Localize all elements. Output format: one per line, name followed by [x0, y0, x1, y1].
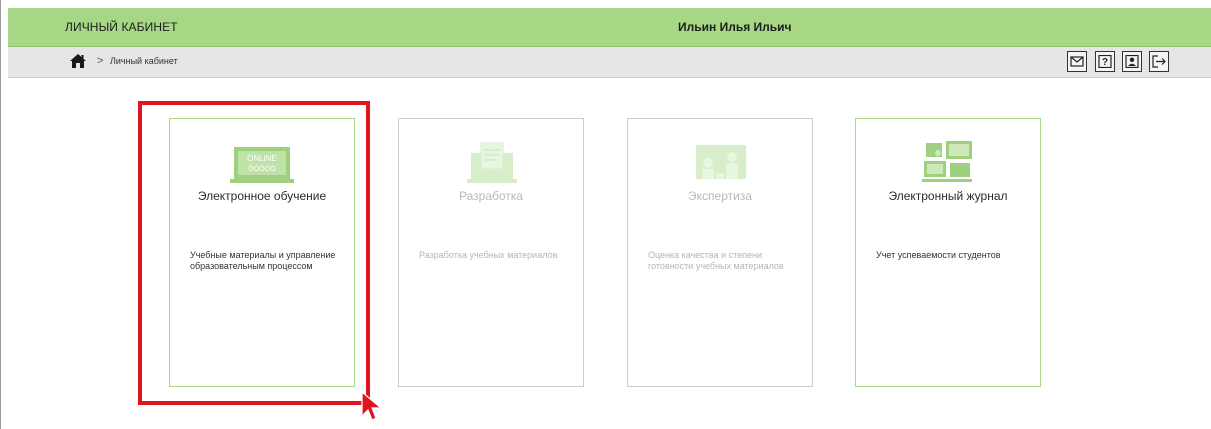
mouse-cursor-icon — [361, 390, 383, 421]
logout-icon — [1152, 55, 1166, 68]
card-expertise[interactable]: Экспертиза Оценка качества и степени гот… — [627, 118, 813, 387]
user-name: Ильин Илья Ильич — [678, 20, 792, 34]
card-description: Разработка учебных материалов — [419, 250, 558, 260]
logout-button[interactable] — [1149, 51, 1169, 72]
window-left-edge — [0, 0, 1, 429]
card-e-journal[interactable]: Электронный журнал Учет успеваемости сту… — [855, 118, 1041, 387]
top-header-bar: ЛИЧНЫЙ КАБИНЕТ Ильин Илья Ильич — [8, 8, 1211, 47]
breadcrumb-bar: > Личный кабинет ? — [8, 47, 1211, 78]
profile-icon — [1125, 55, 1139, 68]
card-title: Разработка — [459, 189, 523, 203]
cabinet-title: ЛИЧНЫЙ КАБИНЕТ — [65, 20, 178, 34]
card-title: Электронный журнал — [888, 189, 1008, 203]
help-button[interactable]: ? — [1095, 51, 1115, 72]
selection-highlight — [138, 101, 370, 405]
svg-text:?: ? — [1102, 57, 1108, 68]
devices-journal-icon — [914, 139, 984, 185]
experts-screen-icon — [686, 139, 756, 185]
card-development[interactable]: Разработка Разработка учебных материалов — [398, 118, 584, 387]
card-description: Учет успеваемости студентов — [876, 250, 1001, 260]
breadcrumb-separator: > — [97, 55, 104, 67]
mail-button[interactable] — [1067, 51, 1087, 72]
card-description: Оценка качества и степени готовности уче… — [648, 250, 784, 271]
card-title: Экспертиза — [688, 189, 752, 203]
profile-button[interactable] — [1122, 51, 1142, 72]
help-icon: ? — [1098, 55, 1112, 68]
home-icon[interactable] — [69, 53, 87, 69]
laptop-document-icon — [457, 139, 527, 185]
mail-icon — [1070, 56, 1084, 67]
breadcrumb-current[interactable]: Личный кабинет — [110, 56, 178, 66]
